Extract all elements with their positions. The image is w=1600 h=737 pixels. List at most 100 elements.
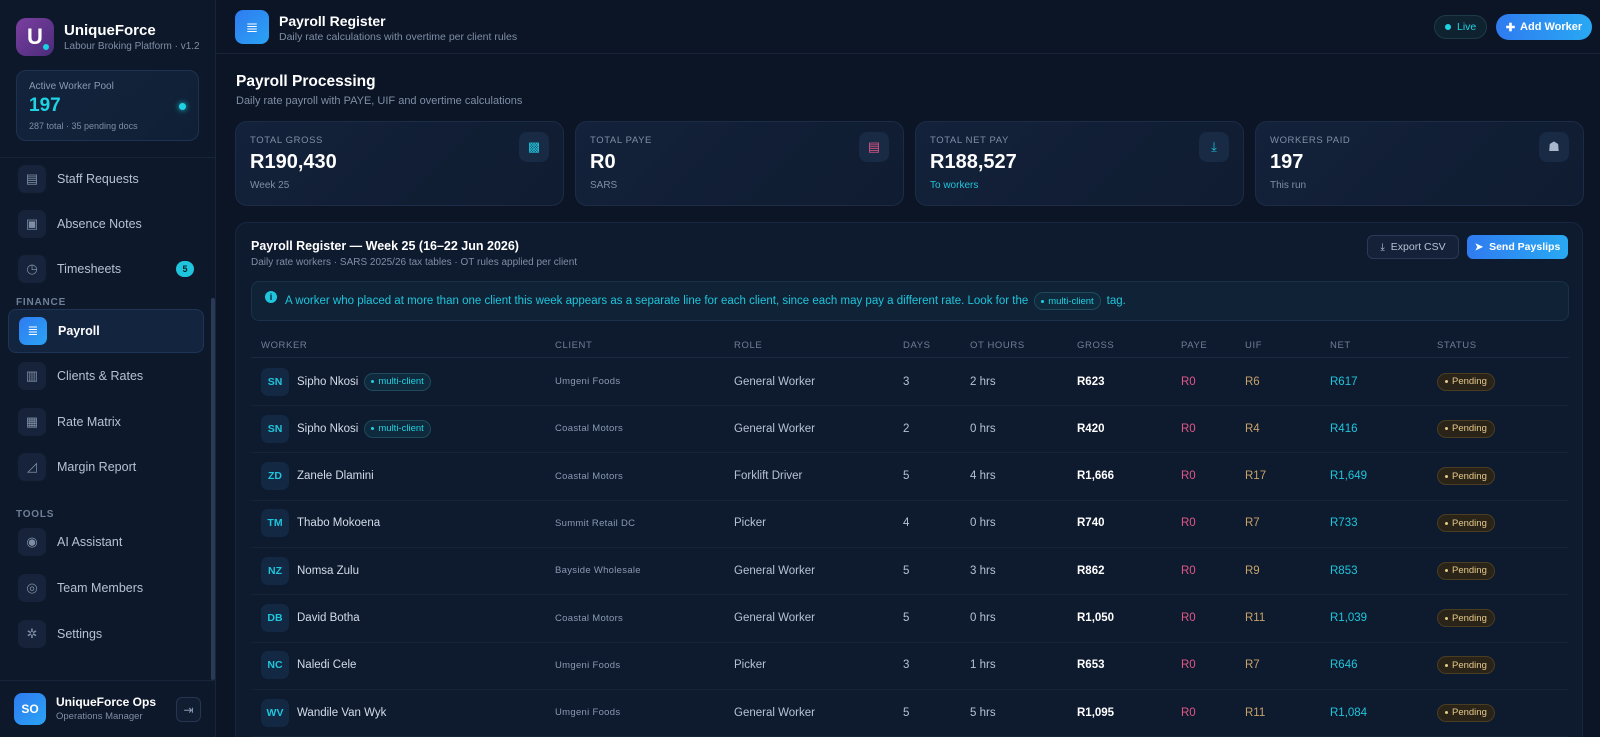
days-cell: 3 bbox=[903, 659, 910, 672]
live-label: Live bbox=[1457, 21, 1477, 33]
gross-cell: R1,050 bbox=[1077, 612, 1115, 624]
robot-icon: ◉ bbox=[18, 528, 46, 556]
user-name: UniqueForce Ops bbox=[56, 695, 157, 709]
stat-card-total-gross: TOTAL GROSS R190,430 Week 25 ▩ bbox=[235, 121, 564, 206]
sidebar-item-payroll[interactable]: ≣ Payroll bbox=[8, 309, 204, 353]
info-text: A worker who placed at more than one cli… bbox=[285, 295, 1029, 307]
stat-label: TOTAL PAYE bbox=[590, 135, 652, 146]
payroll-icon: ≣ bbox=[235, 10, 269, 44]
ot-hours-cell: 2 hrs bbox=[970, 375, 996, 388]
days-cell: 5 bbox=[903, 612, 910, 624]
table-row[interactable]: SN Sipho Nkosi multi-client Umgeni Foods Gen… bbox=[251, 358, 1569, 406]
export-csv-button[interactable]: ⤓ Export CSV bbox=[1367, 235, 1459, 259]
column-header-gross[interactable]: GROSS bbox=[1077, 340, 1114, 351]
sidebar-item-label: Team Members bbox=[57, 581, 144, 595]
avatar[interactable]: SO bbox=[14, 693, 46, 725]
status-badge: Pending bbox=[1437, 372, 1495, 391]
gross-cell: R1,095 bbox=[1077, 706, 1115, 719]
hand-coin-icon: ⤓ bbox=[1199, 132, 1229, 162]
status-badge: Pending bbox=[1437, 561, 1495, 580]
stat-label: TOTAL NET PAY bbox=[930, 135, 1009, 146]
role-cell: General Worker bbox=[734, 706, 815, 719]
pool-status-dot bbox=[179, 103, 186, 110]
sidebar-item-label: Timesheets bbox=[57, 262, 122, 276]
add-worker-label: Add Worker bbox=[1520, 21, 1583, 33]
status-badge: Pending bbox=[1437, 609, 1495, 627]
column-header-days[interactable]: DAYS bbox=[903, 340, 931, 351]
stat-card-workers-paid: WORKERS PAID 197 This run ☗ bbox=[1255, 121, 1584, 206]
net-cell: R1,649 bbox=[1330, 470, 1368, 483]
net-cell: R1,084 bbox=[1330, 706, 1368, 719]
worker-name: Sipho Nkosi bbox=[297, 375, 359, 388]
sidebar-item-absence-notes[interactable]: ▣ Absence Notes bbox=[8, 202, 204, 246]
table-row[interactable]: DB David Botha Coastal Motors General Worke… bbox=[251, 595, 1569, 643]
column-header-client[interactable]: CLIENT bbox=[555, 340, 592, 351]
role-cell: Picker bbox=[734, 517, 766, 530]
payroll-register-panel: Payroll Register — Week 25 (16–22 Jun 20… bbox=[235, 222, 1583, 737]
column-header-net[interactable]: NET bbox=[1330, 340, 1351, 351]
column-header-ot-hours[interactable]: OT HOURS bbox=[970, 340, 1025, 351]
column-header-uif[interactable]: UIF bbox=[1245, 340, 1262, 351]
stat-value: 197 bbox=[1270, 151, 1304, 173]
paye-cell: R0 bbox=[1181, 659, 1196, 672]
stat-card-total-net-pay: TOTAL NET PAY R188,527 To workers ⤓ bbox=[915, 121, 1244, 206]
sidebar-item-label: AI Assistant bbox=[57, 535, 123, 549]
nav-section-tools: TOOLS bbox=[16, 509, 55, 520]
count-badge: 5 bbox=[176, 261, 194, 277]
client-cell: Bayside Wholesale bbox=[555, 565, 641, 577]
multi-client-tag: multi-client bbox=[1034, 292, 1101, 310]
money-stack-icon: ≣ bbox=[19, 317, 47, 345]
uif-cell: R7 bbox=[1245, 659, 1260, 672]
pool-sub: 287 total · 35 pending docs bbox=[29, 121, 138, 131]
table-row[interactable]: ZD Zanele Dlamini Coastal Motors Forklift D… bbox=[251, 453, 1569, 501]
stat-value: R190,430 bbox=[250, 151, 337, 173]
stat-sub: SARS bbox=[590, 180, 618, 191]
worker-name: Wandile Van Wyk bbox=[297, 706, 387, 719]
status-badge: Pending bbox=[1437, 656, 1495, 675]
column-header-paye[interactable]: PAYE bbox=[1181, 340, 1207, 351]
cash-icon: ▩ bbox=[519, 132, 549, 162]
sidebar-item-staff-requests[interactable]: ▤ Staff Requests bbox=[8, 157, 204, 201]
avatar: TM bbox=[261, 509, 289, 538]
sidebar-item-clients-rates[interactable]: ▥ Clients & Rates bbox=[8, 354, 204, 398]
sidebar-item-timesheets[interactable]: ◷ Timesheets 5 bbox=[8, 247, 204, 291]
sidebar-item-label: Absence Notes bbox=[57, 217, 142, 231]
stat-sub: Week 25 bbox=[250, 180, 290, 191]
paye-cell: R0 bbox=[1181, 612, 1196, 624]
worker-name: Naledi Cele bbox=[297, 659, 357, 672]
table-row[interactable]: NZ Nomsa Zulu Bayside Wholesale General Wor… bbox=[251, 547, 1569, 596]
logo-dot bbox=[43, 44, 49, 50]
user-profile: SO UniqueForce Ops Operations Manager ⇥ bbox=[0, 680, 215, 737]
column-header-status[interactable]: STATUS bbox=[1437, 340, 1477, 351]
logo-letter: U bbox=[27, 24, 43, 49]
pool-value: 197 bbox=[29, 95, 61, 116]
header-title: Payroll Register bbox=[279, 13, 386, 29]
table-row[interactable]: NC Naledi Cele Umgeni Foods Picker 3 1 hrs R65… bbox=[251, 642, 1569, 690]
sidebar-item-rate-matrix[interactable]: ▦ Rate Matrix bbox=[8, 400, 204, 444]
grid-icon: ▦ bbox=[18, 408, 46, 436]
sidebar-item-team-members[interactable]: ◎ Team Members bbox=[8, 566, 204, 610]
logout-button[interactable]: ⇥ bbox=[176, 697, 201, 722]
status-badge: Pending bbox=[1437, 514, 1495, 533]
uif-cell: R9 bbox=[1245, 564, 1260, 577]
chart-icon: ◿ bbox=[18, 453, 46, 481]
table-row[interactable]: SN Sipho Nkosi multi-client Coastal Motors G… bbox=[251, 405, 1569, 454]
send-payslips-button[interactable]: ➤ Send Payslips bbox=[1467, 235, 1568, 259]
stat-value: R188,527 bbox=[930, 151, 1017, 173]
ot-hours-cell: 5 hrs bbox=[970, 706, 996, 719]
table-row[interactable]: WV Wandile Van Wyk Umgeni Foods General Wor… bbox=[251, 689, 1569, 737]
live-dot-icon bbox=[1445, 24, 1451, 30]
avatar: WV bbox=[261, 698, 289, 727]
sidebar-item-margin-report[interactable]: ◿ Margin Report bbox=[8, 445, 204, 489]
sidebar-scrollbar[interactable] bbox=[211, 298, 215, 680]
client-cell: Summit Retail DC bbox=[555, 517, 636, 529]
sidebar-item-settings[interactable]: ✲ Settings bbox=[8, 612, 204, 656]
add-worker-button[interactable]: ✚ Add Worker bbox=[1496, 14, 1592, 40]
sidebar-item-ai-assistant[interactable]: ◉ AI Assistant bbox=[8, 520, 204, 564]
column-header-role[interactable]: ROLE bbox=[734, 340, 762, 351]
paye-cell: R0 bbox=[1181, 564, 1196, 577]
logout-icon: ⇥ bbox=[183, 702, 194, 717]
table-row[interactable]: TM Thabo Mokoena Summit Retail DC Picker 4 0 … bbox=[251, 500, 1569, 548]
column-header-worker[interactable]: WORKER bbox=[261, 340, 307, 351]
avatar: SN bbox=[261, 367, 289, 396]
